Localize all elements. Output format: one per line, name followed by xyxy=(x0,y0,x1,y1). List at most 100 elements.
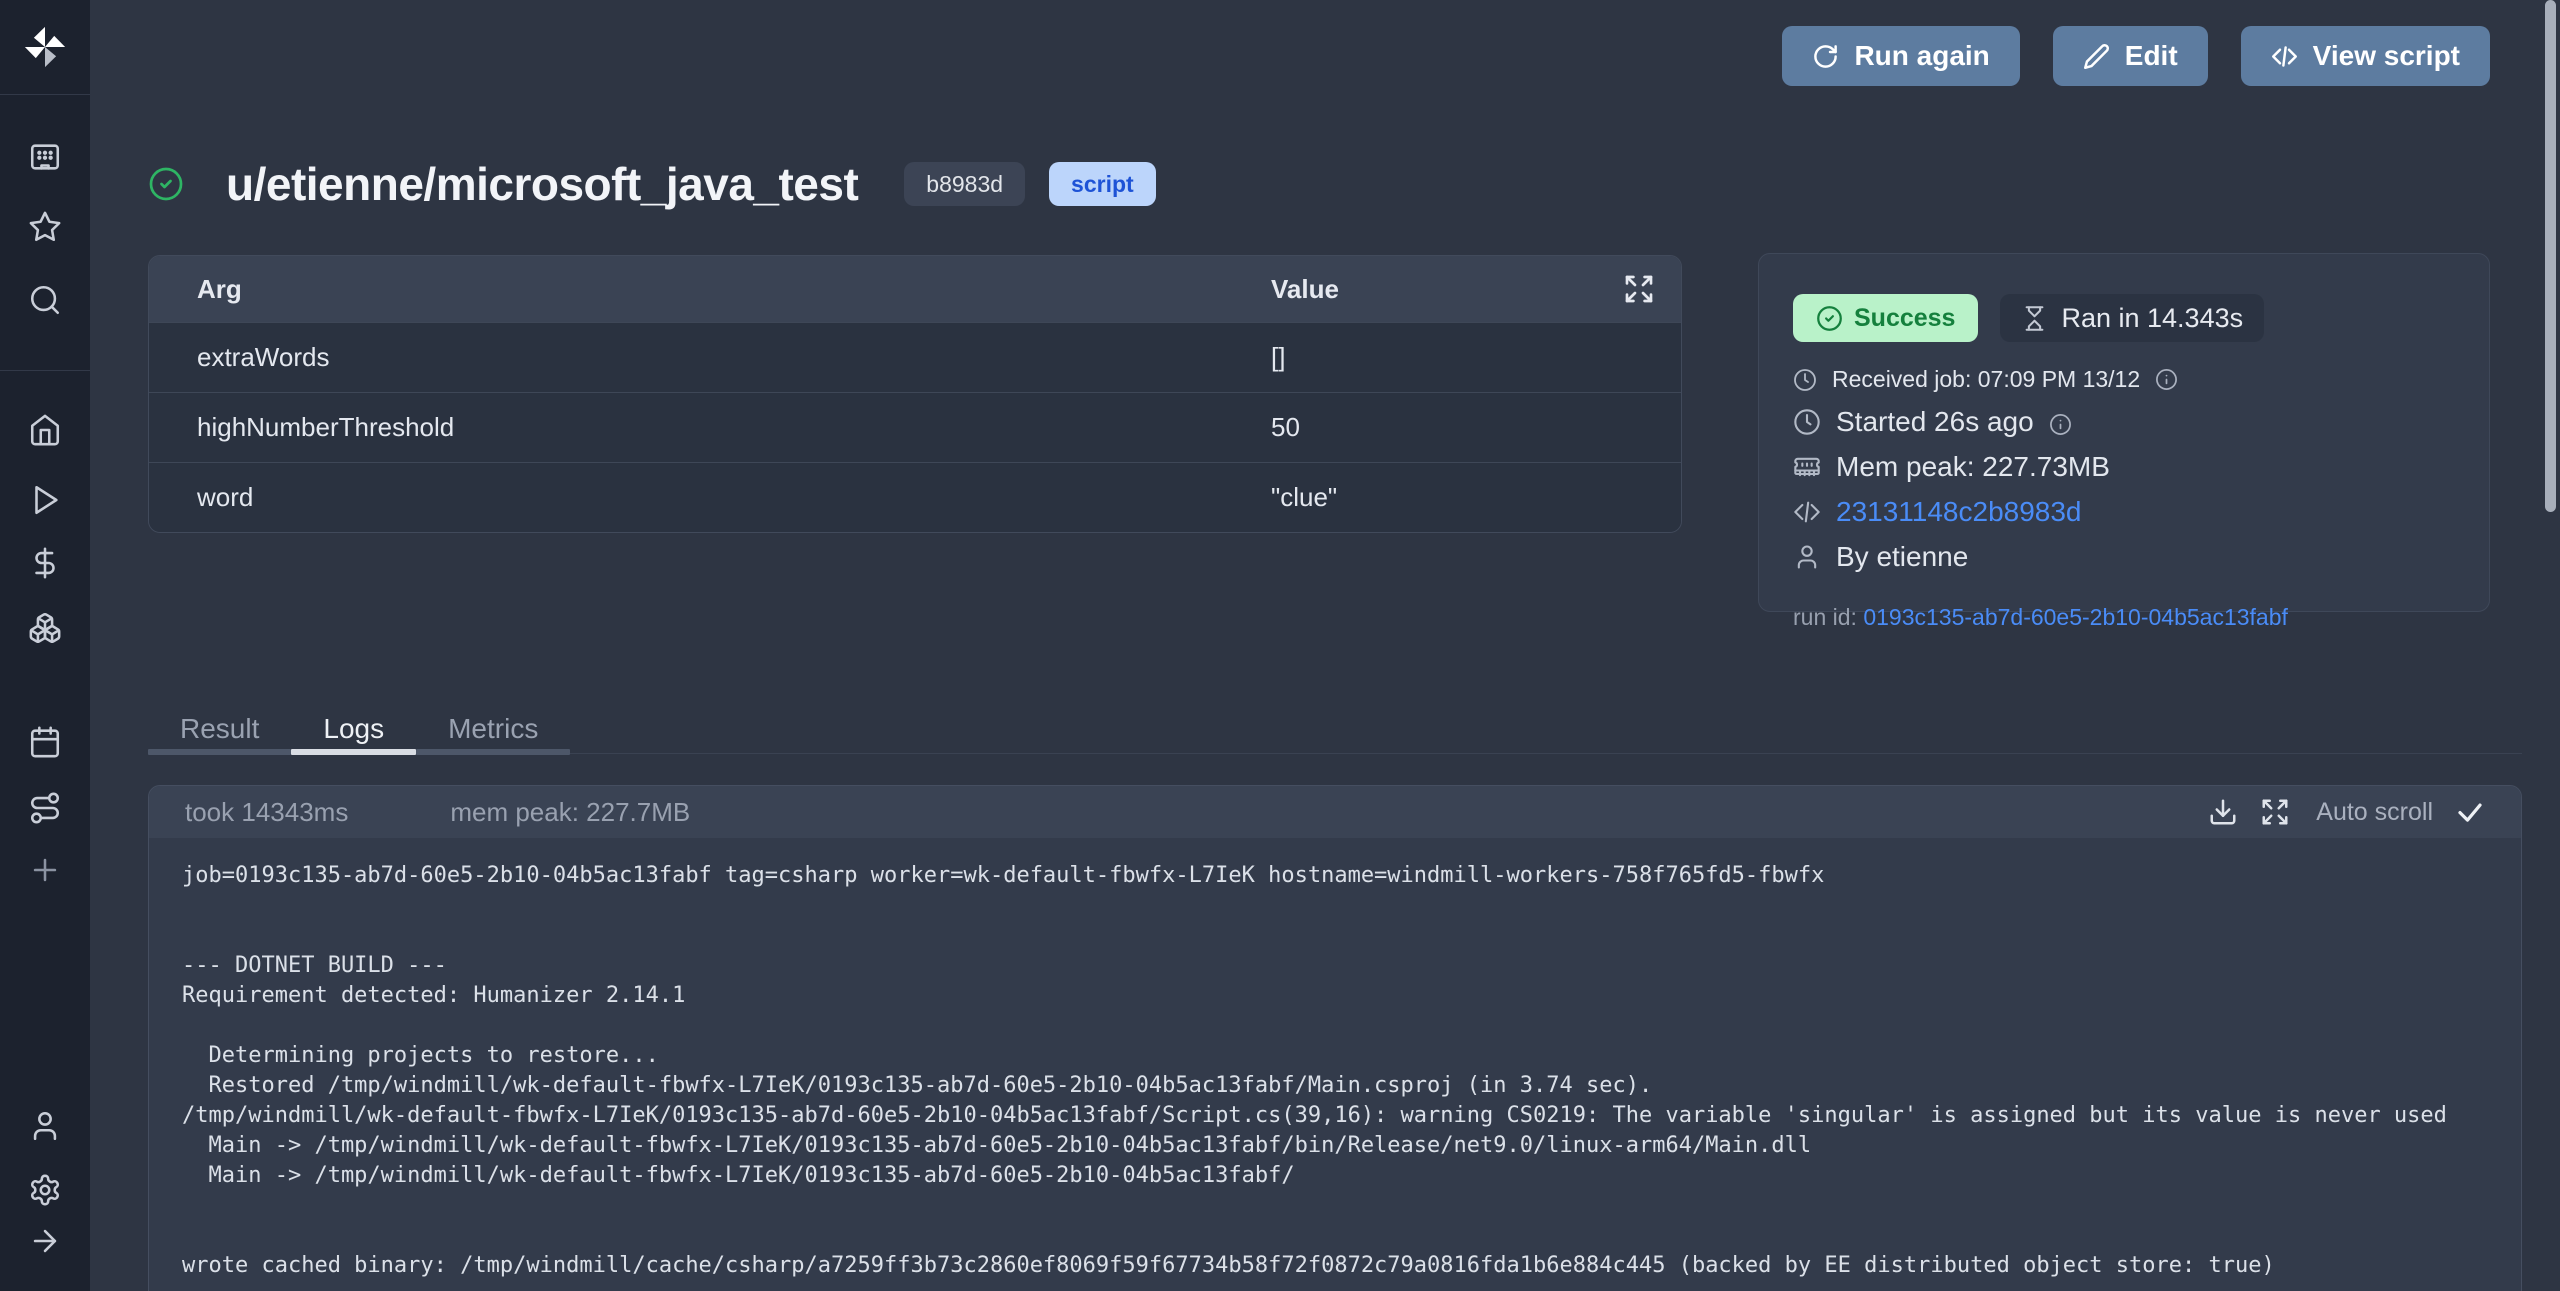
run-again-label: Run again xyxy=(1854,40,1989,72)
log-line xyxy=(182,1221,2488,1251)
settings-gear-icon[interactable] xyxy=(28,1173,62,1207)
table-row: highNumberThreshold 50 xyxy=(149,392,1681,462)
resources-boxes-icon[interactable] xyxy=(28,611,62,645)
mem-peak-label: Mem peak: 227.73MB xyxy=(1836,451,2110,483)
value-column-header: Value xyxy=(1271,274,1339,305)
windmill-logo-icon[interactable] xyxy=(22,24,68,70)
log-line xyxy=(182,891,2488,921)
refresh-icon xyxy=(1812,43,1839,70)
duration-chip: Ran in 14.343s xyxy=(2000,294,2264,342)
title-row: u/etienne/microsoft_java_test b8983d scr… xyxy=(148,154,1156,214)
log-output: job=0193c135-ab7d-60e5-2b10-04b5ac13fabf… xyxy=(149,838,2521,1291)
log-line: job=0193c135-ab7d-60e5-2b10-04b5ac13fabf… xyxy=(182,861,2488,891)
log-duration-label: took 14343ms xyxy=(185,797,348,828)
flows-route-icon[interactable] xyxy=(28,791,62,825)
sidebar xyxy=(0,0,90,1291)
args-table-header: Arg Value xyxy=(149,256,1681,322)
sidebar-divider xyxy=(0,370,90,371)
run-id-label: run id: xyxy=(1793,604,1863,630)
ran-in-label: Ran in 14.343s xyxy=(2061,303,2243,334)
log-line: Main -> /tmp/windmill/wk-default-fbwfx-L… xyxy=(182,1131,2488,1161)
script-hash-row: 23131148c2b8983d xyxy=(1793,496,2455,528)
auto-scroll-checkbox[interactable] xyxy=(2455,797,2485,827)
log-line: Determining projects to restore... xyxy=(182,1041,2488,1071)
log-line: Main -> /tmp/windmill/wk-default-fbwfx-L… xyxy=(182,1161,2488,1191)
clock-icon xyxy=(1793,408,1821,436)
log-line xyxy=(182,921,2488,951)
tab-metrics[interactable]: Metrics xyxy=(416,704,570,754)
script-type-badge: script xyxy=(1049,162,1156,206)
expand-args-icon[interactable] xyxy=(1623,273,1655,305)
auto-scroll-label: Auto scroll xyxy=(2316,798,2433,827)
account-user-icon[interactable] xyxy=(28,1109,62,1143)
arg-name: word xyxy=(149,482,253,513)
args-table: Arg Value extraWords [] highNumberThresh… xyxy=(148,255,1682,533)
variables-dollar-icon[interactable] xyxy=(28,546,62,580)
home-icon[interactable] xyxy=(28,413,62,447)
arg-column-header: Arg xyxy=(149,274,242,305)
log-panel-header: took 14343ms mem peak: 227.7MB Auto scro… xyxy=(149,786,2521,838)
code-icon xyxy=(1793,498,1821,526)
sidebar-divider xyxy=(0,94,90,95)
status-top-row: Success Ran in 14.343s xyxy=(1793,294,2455,342)
clock-icon xyxy=(1793,368,1817,392)
edit-label: Edit xyxy=(2125,40,2178,72)
log-line xyxy=(182,1191,2488,1221)
hash-badge: b8983d xyxy=(904,162,1025,206)
run-id-link[interactable]: 0193c135-ab7d-60e5-2b10-04b5ac13fabf xyxy=(1863,604,2288,630)
log-line: Restored /tmp/windmill/wk-default-fbwfx-… xyxy=(182,1071,2488,1101)
code-icon xyxy=(2271,43,2298,70)
windmill-run-page: Run again Edit View script u/etienne/mic… xyxy=(0,0,2560,1291)
arg-value: 50 xyxy=(1271,412,1300,443)
page-scrollbar-thumb[interactable] xyxy=(2545,0,2556,512)
result-tabs: Result Logs Metrics xyxy=(148,704,2522,754)
success-check-circle-icon xyxy=(148,166,184,202)
status-card: Success Ran in 14.343s Received job: 07:… xyxy=(1758,253,2490,612)
arg-value: [] xyxy=(1271,342,1285,373)
user-icon xyxy=(1793,543,1821,571)
started-label: Started 26s ago xyxy=(1836,406,2034,438)
received-job-label: Received job: 07:09 PM 13/12 xyxy=(1832,366,2140,393)
workspace-icon[interactable] xyxy=(28,140,62,174)
schedules-calendar-icon[interactable] xyxy=(28,725,62,759)
status-label: Success xyxy=(1854,304,1955,333)
info-icon[interactable] xyxy=(2155,368,2178,391)
info-icon[interactable] xyxy=(2049,411,2072,434)
mem-peak-row: Mem peak: 227.73MB xyxy=(1793,451,2455,483)
pencil-icon xyxy=(2083,43,2110,70)
check-circle-icon xyxy=(1816,305,1843,332)
search-icon[interactable] xyxy=(28,283,62,317)
log-line: --- DOTNET BUILD --- xyxy=(182,951,2488,981)
tab-logs[interactable]: Logs xyxy=(291,704,416,754)
download-logs-icon[interactable] xyxy=(2208,797,2238,827)
hourglass-icon xyxy=(2021,305,2048,332)
log-line: wrote cached binary: /tmp/windmill/cache… xyxy=(182,1251,2488,1281)
received-job-row: Received job: 07:09 PM 13/12 xyxy=(1793,366,2455,393)
expand-sidebar-arrow-icon[interactable] xyxy=(28,1224,62,1258)
log-line xyxy=(182,1011,2488,1041)
by-user-label: By etienne xyxy=(1836,541,1968,573)
runs-play-icon[interactable] xyxy=(28,483,62,517)
script-hash-link[interactable]: 23131148c2b8983d xyxy=(1836,496,2082,528)
run-again-button[interactable]: Run again xyxy=(1782,26,2019,86)
started-row: Started 26s ago xyxy=(1793,406,2455,438)
log-line: /tmp/windmill/wk-default-fbwfx-L7IeK/019… xyxy=(182,1101,2488,1131)
table-row: extraWords [] xyxy=(149,322,1681,392)
expand-logs-icon[interactable] xyxy=(2260,797,2290,827)
favorites-star-icon[interactable] xyxy=(28,210,62,244)
edit-button[interactable]: Edit xyxy=(2053,26,2208,86)
memory-icon xyxy=(1793,453,1821,481)
table-row: word "clue" xyxy=(149,462,1681,532)
run-id-row: run id: 0193c135-ab7d-60e5-2b10-04b5ac13… xyxy=(1793,604,2455,631)
log-panel: took 14343ms mem peak: 227.7MB Auto scro… xyxy=(148,785,2522,1291)
arg-value: "clue" xyxy=(1271,482,1337,513)
log-mem-peak-label: mem peak: 227.7MB xyxy=(450,797,690,828)
arg-name: highNumberThreshold xyxy=(149,412,454,443)
page-title: u/etienne/microsoft_java_test xyxy=(226,157,858,211)
status-badge: Success xyxy=(1793,294,1978,342)
view-script-label: View script xyxy=(2313,40,2460,72)
log-controls: Auto scroll xyxy=(2208,797,2485,827)
add-plus-icon[interactable] xyxy=(28,853,62,887)
view-script-button[interactable]: View script xyxy=(2241,26,2490,86)
tab-result[interactable]: Result xyxy=(148,704,291,754)
